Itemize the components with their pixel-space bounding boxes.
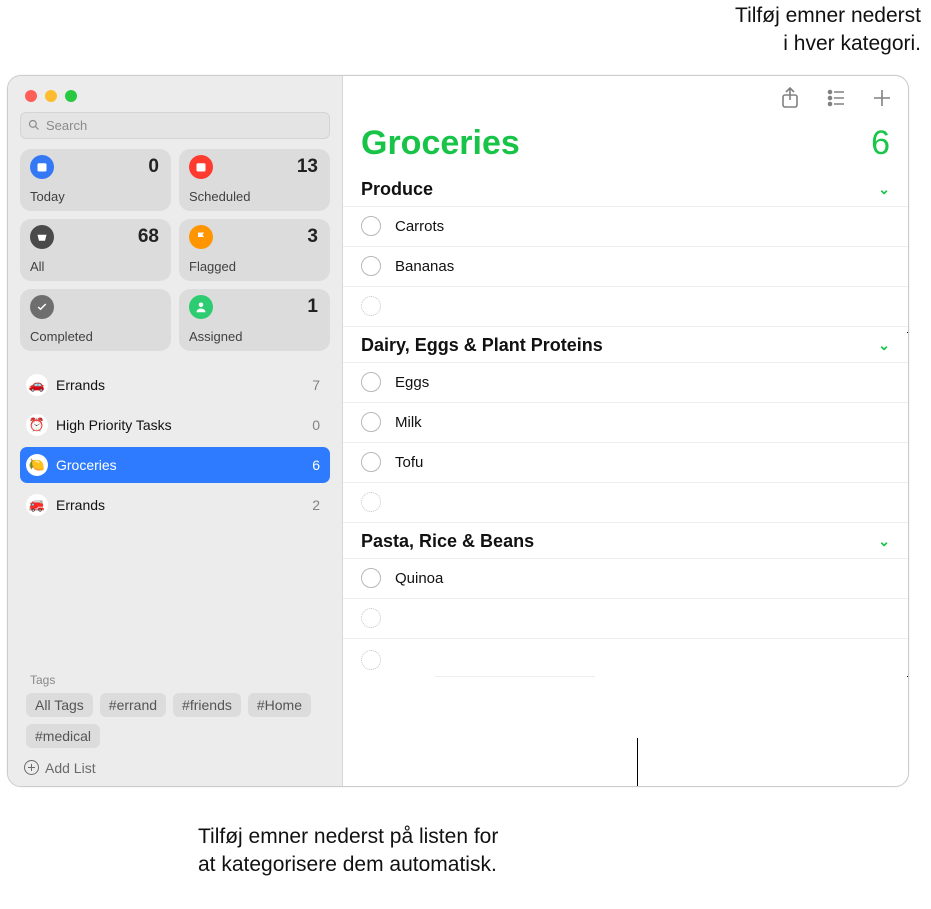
smart-list-assigned[interactable]: 1 Assigned xyxy=(179,289,330,351)
section-title: Dairy, Eggs & Plant Proteins xyxy=(361,335,603,356)
section-header[interactable]: Pasta, Rice & Beans ⌄ xyxy=(343,523,908,559)
today-icon xyxy=(30,155,54,179)
chevron-down-icon[interactable]: ⌄ xyxy=(878,181,890,198)
add-reminder-icon[interactable] xyxy=(872,87,892,109)
ghost-toggle xyxy=(361,492,381,512)
chevron-down-icon[interactable]: ⌄ xyxy=(878,533,890,550)
smart-list-flagged[interactable]: 3 Flagged xyxy=(179,219,330,281)
close-window-button[interactable] xyxy=(25,90,37,102)
zoom-window-button[interactable] xyxy=(65,90,77,102)
tags-container: All Tags #errand #friends #Home #medical xyxy=(8,693,342,754)
smart-list-scheduled[interactable]: 13 Scheduled xyxy=(179,149,330,211)
section-header[interactable]: Dairy, Eggs & Plant Proteins ⌄ xyxy=(343,327,908,363)
reminder-item[interactable]: Quinoa xyxy=(343,559,908,599)
ghost-toggle xyxy=(361,608,381,628)
flagged-icon xyxy=(189,225,213,249)
assigned-icon xyxy=(189,295,213,319)
reminders-content: Produce ⌄ Carrots Bananas Dairy, Eggs & Plan… xyxy=(343,171,908,681)
plus-icon xyxy=(24,760,39,775)
chevron-down-icon[interactable]: ⌄ xyxy=(878,337,890,354)
add-item-in-section[interactable] xyxy=(343,287,908,327)
section-title: Produce xyxy=(361,179,433,200)
view-options-icon[interactable] xyxy=(826,87,846,109)
smart-list-completed[interactable]: Completed xyxy=(20,289,171,351)
complete-toggle[interactable] xyxy=(361,372,381,392)
my-lists: 🚗 Errands 7 ⏰ High Priority Tasks 0 🍋 Groceries… xyxy=(8,363,342,667)
smart-list-today[interactable]: 0 Today xyxy=(20,149,171,211)
search-input[interactable]: Search xyxy=(20,112,330,139)
sidebar-list-errands[interactable]: 🚒 Errands 2 xyxy=(20,487,330,523)
reminder-item[interactable]: Bananas xyxy=(343,247,908,287)
list-count: 6 xyxy=(312,457,320,473)
reminder-title: Quinoa xyxy=(395,570,443,587)
add-item-bottom[interactable] xyxy=(343,639,908,681)
complete-toggle[interactable] xyxy=(361,256,381,276)
window-controls xyxy=(8,76,342,112)
complete-toggle[interactable] xyxy=(361,412,381,432)
sidebar-list-groceries[interactable]: 🍋 Groceries 6 xyxy=(20,447,330,483)
tag-home[interactable]: #Home xyxy=(248,693,311,717)
section-title: Pasta, Rice & Beans xyxy=(361,531,534,552)
list-icon: 🍋 xyxy=(26,454,48,476)
list-title: Groceries xyxy=(361,124,520,163)
complete-toggle[interactable] xyxy=(361,216,381,236)
search-placeholder: Search xyxy=(46,118,87,133)
list-icon: ⏰ xyxy=(26,414,48,436)
sidebar: Search 0 Today 13 Scheduled xyxy=(8,76,343,786)
list-name: Groceries xyxy=(56,457,304,473)
tags-header: Tags xyxy=(8,667,342,693)
annotation-bracket-right xyxy=(908,332,909,677)
ghost-toggle xyxy=(361,650,381,670)
list-name: High Priority Tasks xyxy=(56,417,304,433)
list-icon: 🚗 xyxy=(26,374,48,396)
reminder-item[interactable]: Tofu xyxy=(343,443,908,483)
annotation-bottom: Tilføj emner nederst på listen for at ka… xyxy=(198,823,638,880)
toolbar xyxy=(343,76,908,120)
tag-friends[interactable]: #friends xyxy=(173,693,241,717)
completed-icon xyxy=(30,295,54,319)
complete-toggle[interactable] xyxy=(361,452,381,472)
reminder-title: Eggs xyxy=(395,374,429,391)
ghost-toggle xyxy=(361,296,381,316)
section-header[interactable]: Produce ⌄ xyxy=(343,171,908,207)
minimize-window-button[interactable] xyxy=(45,90,57,102)
reminder-title: Bananas xyxy=(395,258,454,275)
list-count: 7 xyxy=(312,377,320,393)
reminder-item[interactable]: Eggs xyxy=(343,363,908,403)
add-item-in-section[interactable] xyxy=(343,483,908,523)
complete-toggle[interactable] xyxy=(361,568,381,588)
tag-errand[interactable]: #errand xyxy=(100,693,166,717)
sidebar-list-high-priority-tasks[interactable]: ⏰ High Priority Tasks 0 xyxy=(20,407,330,443)
smart-lists-grid: 0 Today 13 Scheduled 68 All xyxy=(8,147,342,355)
list-count: 0 xyxy=(312,417,320,433)
list-count: 2 xyxy=(312,497,320,513)
main-pane: Groceries 6 Produce ⌄ Carrots Bananas Dairy,… xyxy=(343,76,908,786)
list-icon: 🚒 xyxy=(26,494,48,516)
tag-medical[interactable]: #medical xyxy=(26,724,100,748)
share-icon[interactable] xyxy=(780,87,800,109)
tag-all-tags[interactable]: All Tags xyxy=(26,693,93,717)
reminder-item[interactable]: Milk xyxy=(343,403,908,443)
sidebar-list-errands[interactable]: 🚗 Errands 7 xyxy=(20,367,330,403)
annotation-line-bottom xyxy=(637,738,638,787)
reminder-title: Tofu xyxy=(395,454,423,471)
reminder-item[interactable]: Carrots xyxy=(343,207,908,247)
all-icon xyxy=(30,225,54,249)
list-count: 6 xyxy=(871,124,890,163)
search-icon xyxy=(28,119,40,131)
annotation-top: Tilføj emner nederst i hver kategori. xyxy=(0,2,921,59)
scheduled-icon xyxy=(189,155,213,179)
add-item-in-section[interactable] xyxy=(343,599,908,639)
reminder-title: Milk xyxy=(395,414,422,431)
list-name: Errands xyxy=(56,497,304,513)
add-list-button[interactable]: Add List xyxy=(8,754,342,786)
reminder-title: Carrots xyxy=(395,218,444,235)
reminders-window: Search 0 Today 13 Scheduled xyxy=(7,75,909,787)
list-name: Errands xyxy=(56,377,304,393)
smart-list-all[interactable]: 68 All xyxy=(20,219,171,281)
